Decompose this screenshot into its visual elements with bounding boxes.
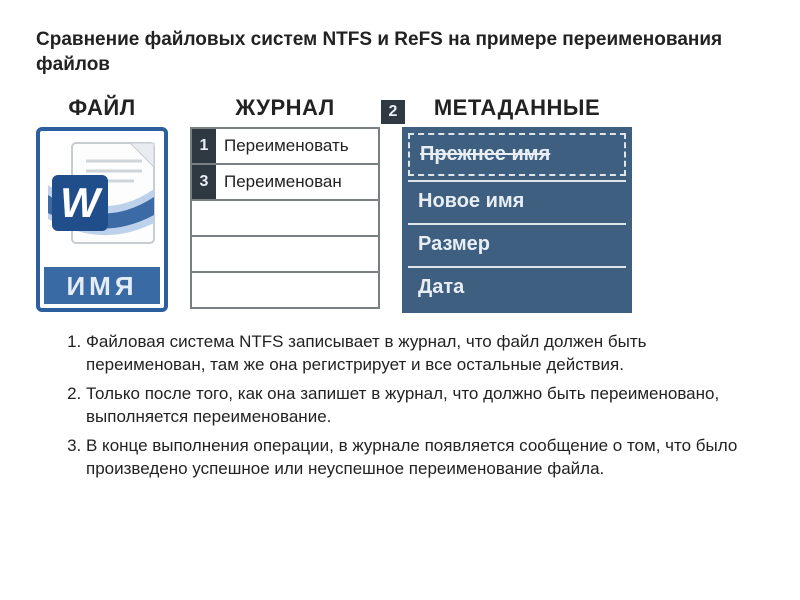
step-badge: 3: [192, 165, 216, 199]
metadata-stack: Прежнее имя Новое имя Размер Дата: [402, 127, 632, 313]
journal-row-empty: [192, 235, 378, 271]
file-column: ФАЙЛ W: [36, 95, 168, 312]
metadata-column: МЕТАДАННЫЕ Прежнее имя Новое имя Размер …: [402, 95, 632, 313]
journal-column-heading: ЖУРНАЛ: [190, 95, 380, 121]
list-item: Файловая система NTFS записывает в журна…: [86, 331, 764, 377]
file-name-label: ИМЯ: [44, 267, 160, 304]
metadata-date: Дата: [408, 266, 626, 307]
journal-row-empty: [192, 271, 378, 307]
metadata-column-heading: МЕТАДАННЫЕ: [402, 95, 632, 121]
explanation-list: Файловая система NTFS записывает в журна…: [58, 331, 764, 481]
page-title: Сравнение файловых систем NTFS и ReFS на…: [36, 28, 764, 77]
file-column-heading: ФАЙЛ: [36, 95, 168, 121]
step-badge: 1: [192, 129, 216, 163]
file-frame: W ИМЯ: [36, 127, 168, 312]
word-file-icon: W: [44, 135, 160, 263]
list-item: В конце выполнения операции, в журнале п…: [86, 435, 764, 481]
journal-stack: 1 Переименовать 3 Переименован: [190, 127, 380, 309]
metadata-new-name: Новое имя: [408, 180, 626, 221]
journal-row-label: Переименовать: [216, 136, 349, 156]
step-badge-connector: 2: [381, 100, 405, 124]
journal-row: 1 Переименовать: [192, 127, 378, 163]
diagram: ФАЙЛ W: [36, 95, 764, 313]
journal-column: ЖУРНАЛ 1 Переименовать 3 Переименован 2: [190, 95, 380, 309]
journal-row-empty: [192, 199, 378, 235]
metadata-size: Размер: [408, 223, 626, 264]
journal-row-label: Переименован: [216, 172, 342, 192]
svg-text:W: W: [60, 179, 103, 226]
list-item: Только после того, как она запишет в жур…: [86, 383, 764, 429]
journal-row: 3 Переименован: [192, 163, 378, 199]
metadata-old-name: Прежнее имя: [408, 133, 626, 176]
